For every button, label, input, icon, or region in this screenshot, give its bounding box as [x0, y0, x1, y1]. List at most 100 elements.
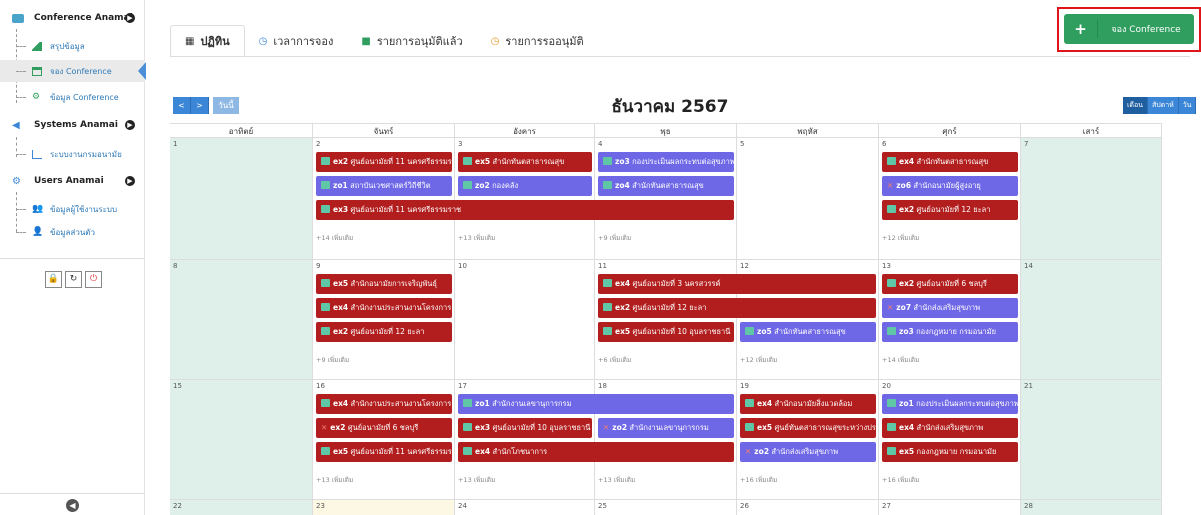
event-zo4[interactable]: zo4 สำนักทันตสาธารณสุข [598, 176, 734, 196]
event-code: ex2 [615, 303, 631, 312]
event-ex4[interactable]: ex4 ศูนย์อนามัยที่ 3 นครสวรรค์ [598, 274, 876, 294]
day-number: 8 [173, 262, 178, 270]
event-ex5[interactable]: ex5 กองกฎหมาย กรมอนามัย [882, 442, 1018, 462]
book-conference-button[interactable]: + จอง Conference [1064, 14, 1194, 44]
day-cell[interactable]: 26 [737, 500, 879, 515]
more-link[interactable]: +13 เพิ่มเติม [458, 475, 495, 485]
day-number: 16 [316, 382, 325, 390]
more-link[interactable]: +14 เพิ่มเติม [316, 233, 353, 243]
event-ex3[interactable]: ex3 ศูนย์อนามัยที่ 10 อุบลราชธานี [458, 418, 592, 438]
more-link[interactable]: +13 เพิ่มเติม [316, 475, 353, 485]
today-button[interactable]: วันนี้ [213, 97, 239, 114]
event-ex4[interactable]: ex4 สำนักส่งเสริมสุขภาพ [882, 418, 1018, 438]
event-ex4[interactable]: ex4 สำนักอนามัยสิ่งแวดล้อม [740, 394, 876, 414]
more-link[interactable]: +16 เพิ่มเติม [882, 475, 919, 485]
day-cell[interactable]: 15 [170, 380, 313, 500]
more-link[interactable]: +16 เพิ่มเติม [740, 475, 777, 485]
event-zo5[interactable]: zo5 สำนักทันตสาธารณสุข [740, 322, 876, 342]
event-code: ex2 [330, 423, 346, 432]
lock-icon[interactable]: 🔒 [45, 271, 62, 288]
event-zo3[interactable]: zo3 กองกฎหมาย กรมอนามัย [882, 322, 1018, 342]
prev-button[interactable]: < [173, 97, 191, 114]
day-cell[interactable]: 5 [737, 138, 879, 260]
event-ex2[interactable]: ex2 ศูนย์อนามัยที่ 11 นครศรีธรรมราช [316, 152, 452, 172]
video-icon [321, 279, 330, 287]
event-ex4[interactable]: ex4 สำนักงานประสานงานโครงการ [316, 394, 452, 414]
day-cell[interactable]: 23 [313, 500, 455, 515]
more-link[interactable]: +14 เพิ่มเติม [882, 355, 919, 365]
sidebar-collapse[interactable]: ◀ [0, 493, 145, 515]
event-title: ศูนย์อนามัยที่ 12 ยะลา [630, 303, 707, 312]
day-cell[interactable]: 27 [879, 500, 1021, 515]
sidebar-item-users[interactable]: 👥 ข้อมูลผู้ใช้งานระบบ [0, 198, 145, 220]
sidebar-item-profile[interactable]: 👤 ข้อมูลส่วนตัว [0, 221, 145, 243]
more-link[interactable]: +9 เพิ่มเติม [598, 233, 631, 243]
day-cell[interactable]: 1 [170, 138, 313, 260]
sidebar-item-systems[interactable]: ระบบงานกรมอนามัย [0, 143, 145, 165]
day-cell[interactable]: 10 [455, 260, 595, 380]
sidebar-group-systems[interactable]: ◀ Systems Anamai ▶ [0, 114, 145, 136]
event-title: สำนักทันตสาธารณสุข [914, 157, 989, 166]
more-link[interactable]: +6 เพิ่มเติม [598, 355, 631, 365]
weekday-header: พฤหัส [737, 123, 879, 138]
refresh-icon[interactable]: ↻ [65, 271, 82, 288]
event-zo1[interactable]: zo1 กองประเมินผลกระทบต่อสุขภาพ [882, 394, 1018, 414]
event-ex2[interactable]: ex2 ศูนย์อนามัยที่ 6 ชลบุรี [882, 274, 1018, 294]
event-zo1[interactable]: zo1 สำนักงานเลขานุการกรม [458, 394, 734, 414]
sidebar-item-book-conference[interactable]: จอง Conference [0, 60, 146, 82]
more-link[interactable]: +13 เพิ่มเติม [598, 475, 635, 485]
event-ex2[interactable]: ex2 ศูนย์อนามัยที่ 12 ยะลา [598, 298, 876, 318]
day-cell[interactable]: 7 [1021, 138, 1162, 260]
tab-booking-time[interactable]: ◷ เวลาการจอง [245, 25, 348, 57]
video-icon [745, 399, 754, 407]
view-month-button[interactable]: เดือน [1123, 97, 1148, 114]
event-ex5[interactable]: ex5 ศูนย์อนามัยที่ 11 นครศรีธรรมราช [316, 442, 452, 462]
tab-pending[interactable]: ◷ รายการรออนุมัติ [477, 25, 598, 57]
tab-approved[interactable]: ■ รายการอนุมัติแล้ว [347, 25, 476, 57]
sidebar-group-users[interactable]: ⚙ Users Anamai ▶ [0, 170, 145, 192]
day-cell[interactable]: 28 [1021, 500, 1162, 515]
day-cell[interactable]: 25 [595, 500, 737, 515]
event-ex5[interactable]: ex5 สำนักอนามัยการเจริญพันธุ์ [316, 274, 452, 294]
day-cell[interactable]: 21 [1021, 380, 1162, 500]
sidebar-item-conference-info[interactable]: ⚙ ข้อมูล Conference [0, 86, 145, 108]
day-cell[interactable]: 8 [170, 260, 313, 380]
event-ex5[interactable]: ex5 ศูนย์ทันตสาธารณสุขระหว่างประเทศ [740, 418, 876, 438]
tab-calendar[interactable]: ▦ ปฏิทิน [170, 25, 245, 57]
next-button[interactable]: > [191, 97, 209, 114]
more-link[interactable]: +12 เพิ่มเติม [882, 233, 919, 243]
event-zo2[interactable]: ✕ zo2 สำนักส่งเสริมสุขภาพ [740, 442, 876, 462]
event-ex5[interactable]: ex5 ศูนย์อนามัยที่ 10 อุบลราชธานี [598, 322, 734, 342]
event-ex5[interactable]: ex5 สำนักทันตสาธารณสุข [458, 152, 592, 172]
event-zo1[interactable]: zo1 สถาบันเวชศาสตร์วิถีชีวิต [316, 176, 452, 196]
event-zo2[interactable]: zo2 กองคลัง [458, 176, 592, 196]
more-link[interactable]: +9 เพิ่มเติม [316, 355, 349, 365]
day-number: 18 [598, 382, 607, 390]
view-week-button[interactable]: สัปดาห์ [1147, 97, 1179, 114]
event-ex2[interactable]: ex2 ศูนย์อนามัยที่ 12 ยะลา [882, 200, 1018, 220]
event-ex4[interactable]: ex4 สำนักทันตสาธารณสุข [882, 152, 1018, 172]
day-cell[interactable]: 14 [1021, 260, 1162, 380]
event-ex2[interactable]: ex2 ศูนย์อนามัยที่ 12 ยะลา [316, 322, 452, 342]
more-link[interactable]: +13 เพิ่มเติม [458, 233, 495, 243]
video-icon [463, 181, 472, 189]
event-ex3[interactable]: ex3 ศูนย์อนามัยที่ 11 นครศรีธรรมราช [316, 200, 734, 220]
event-zo6[interactable]: ✕ zo6 สำนักอนามัยผู้สูงอายุ [882, 176, 1018, 196]
sidebar-group-conference[interactable]: Conference Anamai ▶ [0, 7, 145, 29]
event-zo7[interactable]: ✕ zo7 สำนักส่งเสริมสุขภาพ [882, 298, 1018, 318]
day-number: 2 [316, 140, 321, 148]
sidebar-item-summary[interactable]: สรุปข้อมูล [0, 35, 145, 57]
view-day-button[interactable]: วัน [1178, 97, 1197, 114]
event-ex4[interactable]: ex4 สำนักโภชนาการ [458, 442, 734, 462]
event-code: ex4 [899, 423, 915, 432]
power-icon[interactable]: ⏻ [85, 271, 102, 288]
video-icon [321, 181, 330, 189]
day-cell[interactable]: 22 [170, 500, 313, 515]
day-cell[interactable]: 24 [455, 500, 595, 515]
event-title: สำนักอนามัยผู้สูงอายุ [911, 181, 981, 190]
event-ex4[interactable]: ex4 สำนักงานประสานงานโครงการ [316, 298, 452, 318]
event-zo3[interactable]: zo3 กองประเมินผลกระทบต่อสุขภาพ [598, 152, 734, 172]
more-link[interactable]: +12 เพิ่มเติม [740, 355, 777, 365]
event-ex2[interactable]: ✕ ex2 ศูนย์อนามัยที่ 6 ชลบุรี [316, 418, 452, 438]
event-zo2[interactable]: ✕ zo2 สำนักงานเลขานุการกรม [598, 418, 734, 438]
